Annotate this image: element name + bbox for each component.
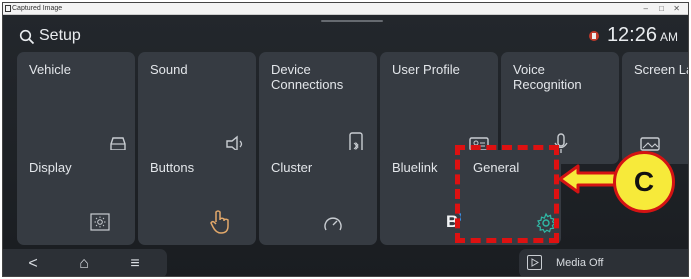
gauge-icon	[324, 217, 342, 231]
page-title: Setup	[39, 27, 81, 44]
media-widget[interactable]: Media Off	[519, 249, 688, 276]
tile-label: Sound	[150, 62, 188, 77]
window-title: Captured Image	[12, 5, 63, 12]
tile-label: Vehicle	[29, 62, 71, 77]
minimize-button[interactable]: –	[644, 3, 648, 14]
picture-icon	[640, 137, 660, 151]
tile-label: Display	[29, 160, 72, 175]
tile-label: Buttons	[150, 160, 195, 175]
media-label: Media Off	[556, 257, 604, 269]
play-icon	[527, 255, 542, 270]
home-button[interactable]: ⌂	[64, 249, 104, 276]
close-button[interactable]: ✕	[673, 3, 680, 14]
infotainment-screen: Setup 12:26 AM Vehicle Sound Device Conne…	[3, 15, 688, 276]
clock-time: 12:26	[606, 24, 657, 46]
tile-label: Cluster	[271, 160, 313, 175]
menu-button[interactable]: ≡	[115, 249, 155, 276]
tile-sound[interactable]: Sound	[138, 52, 256, 164]
tile-device-connections[interactable]: Device Connections	[259, 52, 377, 164]
app-window: Captured Image – □ ✕ Setup 12:26 AM Vehic…	[2, 2, 689, 277]
app-icon	[5, 5, 11, 12]
notification-handle[interactable]	[321, 20, 383, 22]
tile-label: Screen Layout	[634, 62, 688, 77]
back-button[interactable]: <	[13, 249, 53, 276]
status-icon	[589, 31, 599, 41]
tile-vehicle[interactable]: Vehicle	[17, 52, 135, 164]
search-icon[interactable]	[19, 29, 35, 45]
window-titlebar: Captured Image – □ ✕	[3, 3, 688, 15]
hand-pointer-icon	[210, 210, 229, 234]
callout-badge: C	[613, 151, 675, 213]
callout-highlight-box	[455, 145, 559, 243]
tile-label: Device Connections	[271, 62, 344, 92]
tile-display[interactable]: Display	[17, 150, 135, 245]
clock: 12:26 AM	[607, 24, 678, 47]
tile-buttons[interactable]: Buttons	[138, 150, 256, 245]
tile-cluster[interactable]: Cluster	[259, 150, 377, 245]
clock-ampm: AM	[660, 30, 678, 44]
brightness-icon	[90, 213, 110, 231]
tile-label: Voice Recognition	[513, 62, 582, 92]
tile-label: User Profile	[392, 62, 460, 77]
bottom-nav: < ⌂ ≡	[3, 249, 167, 276]
maximize-button[interactable]: □	[659, 3, 664, 14]
